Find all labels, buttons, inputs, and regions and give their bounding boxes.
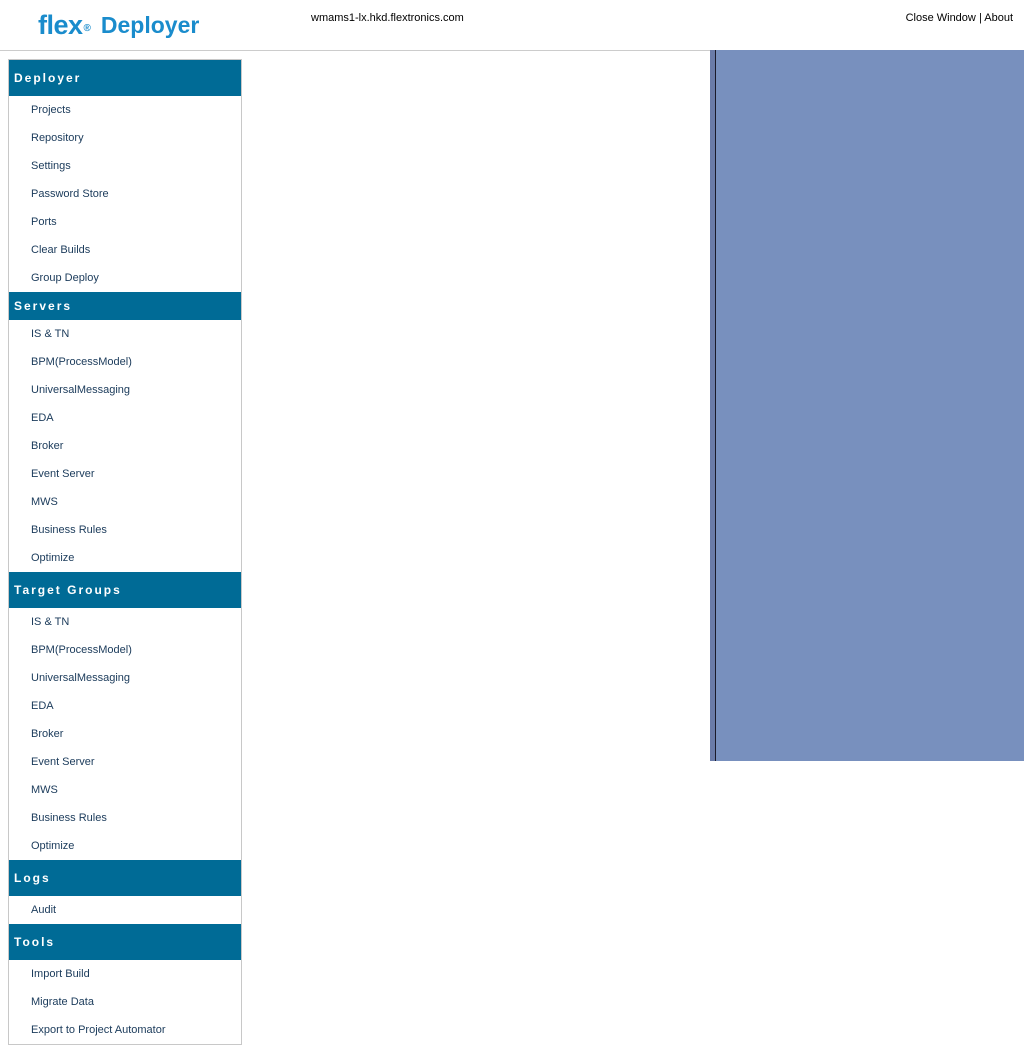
top-links: Close Window | About [906, 12, 1013, 24]
sidebar-item-clear-builds[interactable]: Clear Builds [9, 236, 241, 264]
app-title: Deployer [100, 12, 200, 38]
section-header-logs[interactable]: Logs [9, 860, 241, 896]
logo-flex-text: flex [38, 10, 83, 40]
sidebar-item-targets-bpm[interactable]: BPM(ProcessModel) [9, 636, 241, 664]
sidebar-item-settings[interactable]: Settings [9, 152, 241, 180]
sidebar-item-servers-optimize[interactable]: Optimize [9, 544, 241, 572]
sidebar-item-servers-business-rules[interactable]: Business Rules [9, 516, 241, 544]
sidebar-item-targets-business-rules[interactable]: Business Rules [9, 804, 241, 832]
sidebar-item-ports[interactable]: Ports [9, 208, 241, 236]
sidebar-item-servers-eda[interactable]: EDA [9, 404, 241, 432]
about-link[interactable]: About [984, 12, 1013, 24]
flex-deployer-logo: flex ® Deployer [38, 4, 199, 40]
sidebar-item-servers-event-server[interactable]: Event Server [9, 460, 241, 488]
logo-registered-mark: ® [83, 23, 91, 34]
sidebar-item-repository[interactable]: Repository [9, 124, 241, 152]
sidebar-item-group-deploy[interactable]: Group Deploy [9, 264, 241, 292]
sidebar-item-export-project-automator[interactable]: Export to Project Automator [9, 1016, 241, 1044]
sidebar-item-projects[interactable]: Projects [9, 96, 241, 124]
sidebar-item-servers-universal-messaging[interactable]: UniversalMessaging [9, 376, 241, 404]
sidebar-item-targets-event-server[interactable]: Event Server [9, 748, 241, 776]
sidebar-item-servers-broker[interactable]: Broker [9, 432, 241, 460]
sidebar-item-targets-mws[interactable]: MWS [9, 776, 241, 804]
frame-divider-line [715, 50, 716, 761]
sidebar-item-servers-mws[interactable]: MWS [9, 488, 241, 516]
sidebar-menu: Deployer Projects Repository Settings Pa… [8, 59, 242, 1045]
sidebar-item-servers-is-tn[interactable]: IS & TN [9, 320, 241, 348]
sidebar-item-password-store[interactable]: Password Store [9, 180, 241, 208]
sidebar-item-targets-broker[interactable]: Broker [9, 720, 241, 748]
section-header-target-groups[interactable]: Target Groups [9, 572, 241, 608]
section-header-tools[interactable]: Tools [9, 924, 241, 960]
header-bar: flex ® Deployer wmams1-lx.hkd.flextronic… [0, 0, 1024, 51]
sidebar-item-import-build[interactable]: Import Build [9, 960, 241, 988]
close-window-link[interactable]: Close Window [906, 12, 976, 24]
sidebar-item-servers-bpm[interactable]: BPM(ProcessModel) [9, 348, 241, 376]
sidebar-item-targets-universal-messaging[interactable]: UniversalMessaging [9, 664, 241, 692]
sidebar-item-targets-optimize[interactable]: Optimize [9, 832, 241, 860]
section-header-servers[interactable]: Servers [9, 292, 241, 320]
link-separator: | [978, 12, 982, 24]
sidebar-item-targets-eda[interactable]: EDA [9, 692, 241, 720]
sidebar-item-targets-is-tn[interactable]: IS & TN [9, 608, 241, 636]
hostname-label: wmams1-lx.hkd.flextronics.com [311, 12, 464, 24]
sidebar-item-audit[interactable]: Audit [9, 896, 241, 924]
content-frame-panel [710, 50, 1024, 761]
sidebar-item-migrate-data[interactable]: Migrate Data [9, 988, 241, 1016]
section-header-deployer[interactable]: Deployer [9, 60, 241, 96]
